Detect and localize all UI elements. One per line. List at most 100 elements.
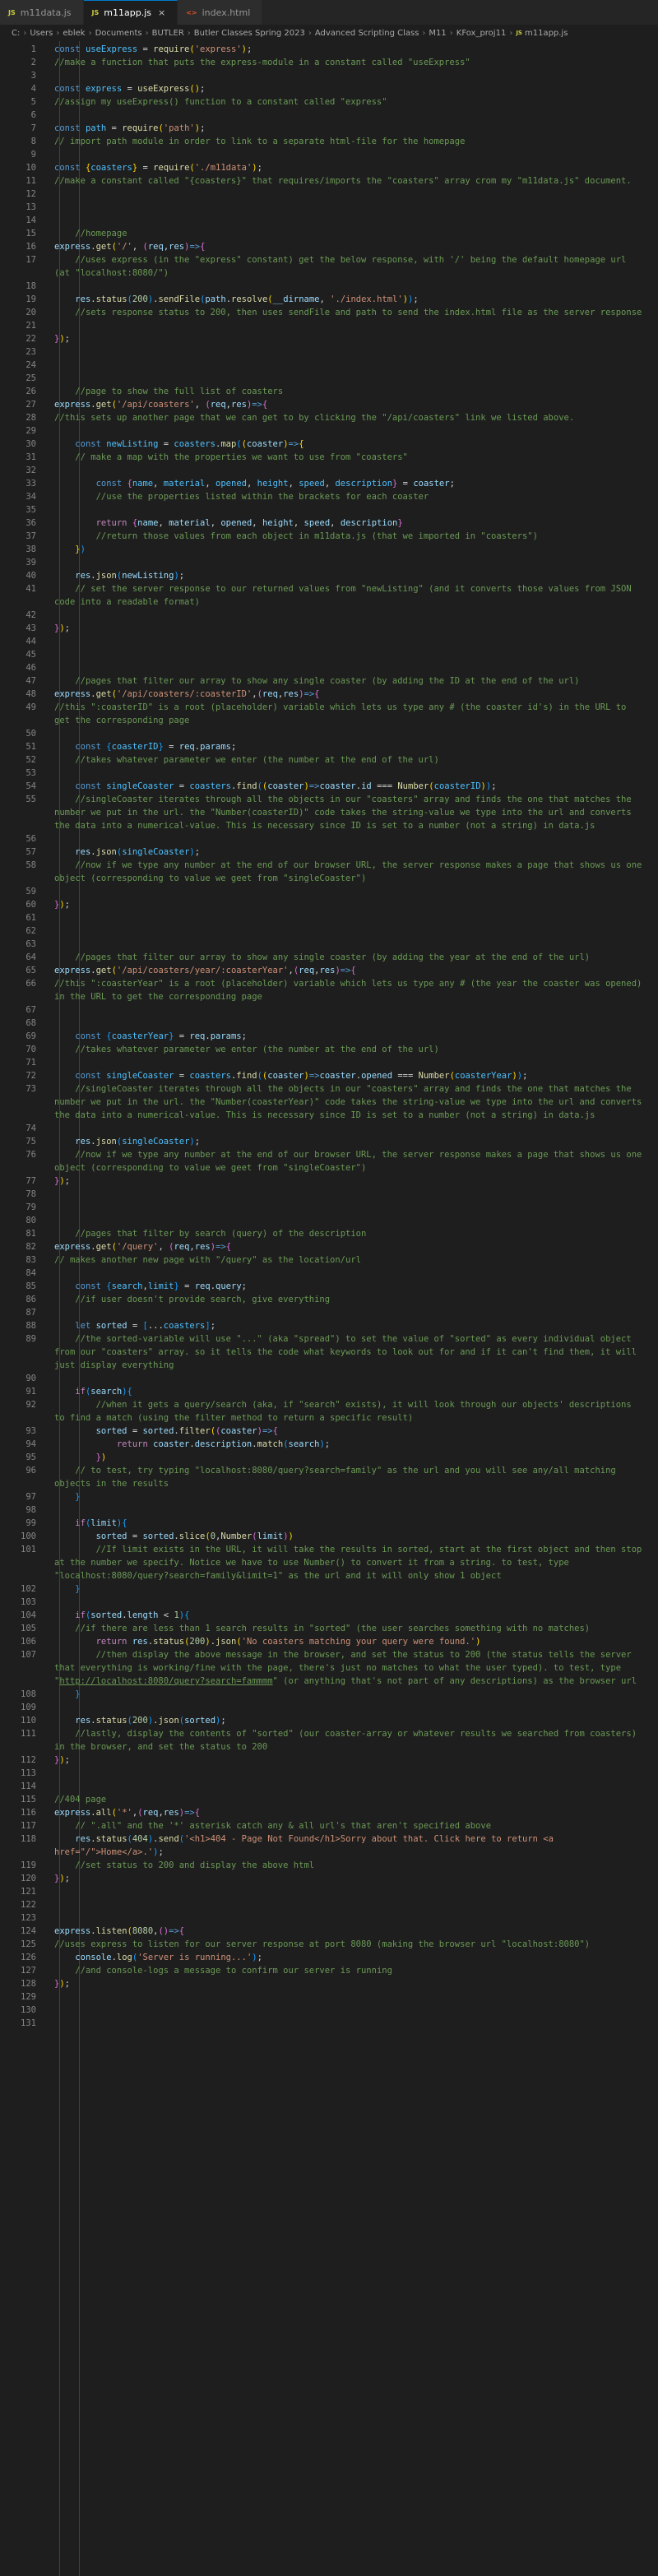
code-line[interactable]: //uses express (in the "express" constan…: [54, 253, 646, 280]
code-line[interactable]: //singleCoaster iterates through all the…: [54, 1082, 646, 1122]
code-line[interactable]: // import path module in order to link t…: [54, 135, 646, 148]
code-line[interactable]: ​: [54, 188, 646, 201]
code-line[interactable]: ​: [54, 609, 646, 622]
code-line[interactable]: //use the properties listed within the b…: [54, 490, 646, 503]
breadcrumb-item[interactable]: KFox_proj11: [456, 29, 507, 38]
breadcrumb-item[interactable]: BUTLER: [152, 29, 184, 38]
code-line[interactable]: ​: [54, 1503, 646, 1517]
code-line[interactable]: ​: [54, 1056, 646, 1069]
code-line[interactable]: // make a map with the properties we wan…: [54, 451, 646, 464]
code-line[interactable]: //set status to 200 and display the abov…: [54, 1859, 646, 1872]
code-line[interactable]: ​: [54, 1201, 646, 1214]
code-line[interactable]: const {coasterID} = req.params;: [54, 740, 646, 753]
code-line[interactable]: ​: [54, 345, 646, 359]
code-line[interactable]: // to test, try typing "localhost:8080/q…: [54, 1464, 646, 1490]
code-line[interactable]: const path = require('path');: [54, 122, 646, 135]
code-line[interactable]: //If limit exists in the URL, it will ta…: [54, 1543, 646, 1582]
code-line[interactable]: ​: [54, 2017, 646, 2030]
code-line[interactable]: sorted = sorted.slice(0,Number(limit)): [54, 1530, 646, 1543]
breadcrumb-item[interactable]: M11: [429, 29, 446, 38]
code-line[interactable]: ​: [54, 832, 646, 846]
code-line[interactable]: ​: [54, 1885, 646, 1898]
code-line[interactable]: ​: [54, 1306, 646, 1319]
code-line[interactable]: return res.status(200).json('No coasters…: [54, 1635, 646, 1648]
code-line[interactable]: //pages that filter our array to show an…: [54, 674, 646, 688]
code-line[interactable]: }: [54, 1582, 646, 1596]
code-line[interactable]: express.get('/', (req,res)=>{: [54, 240, 646, 253]
code-line[interactable]: });: [54, 1977, 646, 1990]
code-line[interactable]: ​: [54, 635, 646, 648]
code-line[interactable]: ​: [54, 661, 646, 674]
code-line[interactable]: console.log('Server is running...');: [54, 1951, 646, 1964]
breadcrumb-item[interactable]: C:: [12, 29, 20, 38]
code-line[interactable]: ​: [54, 319, 646, 332]
code-line[interactable]: const singleCoaster = coasters.find((coa…: [54, 1069, 646, 1082]
code-line[interactable]: ​: [54, 1122, 646, 1135]
breadcrumb-item[interactable]: Advanced Scripting Class: [315, 29, 419, 38]
code-line[interactable]: //if user doesn't provide search, give e…: [54, 1293, 646, 1306]
code-line[interactable]: ​: [54, 359, 646, 372]
code-line[interactable]: // makes another new page with "/query" …: [54, 1253, 646, 1267]
breadcrumb-item[interactable]: eblek: [63, 29, 85, 38]
code-line[interactable]: ​: [54, 767, 646, 780]
code-line[interactable]: //this ":coasterYear" is a root (placeho…: [54, 977, 646, 1003]
code-line[interactable]: return coaster.description.match(search)…: [54, 1438, 646, 1451]
code-line[interactable]: ​: [54, 938, 646, 951]
code-line[interactable]: //pages that filter by search (query) of…: [54, 1227, 646, 1240]
code-line[interactable]: res.json(singleCoaster);: [54, 846, 646, 859]
code-line[interactable]: ​: [54, 2004, 646, 2017]
code-line[interactable]: //this sets up another page that we can …: [54, 411, 646, 424]
code-line[interactable]: ​: [54, 1911, 646, 1925]
code-line[interactable]: const {search,limit} = req.query;: [54, 1280, 646, 1293]
code-line[interactable]: //then display the above message in the …: [54, 1648, 646, 1688]
code-line[interactable]: //homepage: [54, 227, 646, 240]
code-line[interactable]: });: [54, 1174, 646, 1188]
code-line[interactable]: express.get('/api/coasters/:coasterID',(…: [54, 688, 646, 701]
code-line[interactable]: ​: [54, 1780, 646, 1793]
code-line[interactable]: //lastly, display the contents of "sorte…: [54, 1727, 646, 1754]
code-line[interactable]: return {name, material, opened, height, …: [54, 517, 646, 530]
code-line[interactable]: });: [54, 1754, 646, 1767]
breadcrumb-item[interactable]: Documents: [95, 29, 142, 38]
code-line[interactable]: //this ":coasterID" is a root (placehold…: [54, 701, 646, 727]
code-line[interactable]: ​: [54, 1767, 646, 1780]
code-line[interactable]: ​: [54, 424, 646, 438]
code-line[interactable]: }): [54, 543, 646, 556]
code-line[interactable]: let sorted = [...coasters];: [54, 1319, 646, 1332]
code-line[interactable]: //takes whatever parameter we enter (the…: [54, 753, 646, 767]
code-line[interactable]: //page to show the full list of coasters: [54, 385, 646, 398]
code-line[interactable]: ​: [54, 1017, 646, 1030]
code-line[interactable]: //now if we type any number at the end o…: [54, 859, 646, 885]
code-line[interactable]: ​: [54, 556, 646, 569]
code-line[interactable]: res.status(404).send('<h1>404 - Page Not…: [54, 1832, 646, 1859]
code-line[interactable]: }: [54, 1490, 646, 1503]
code-line[interactable]: //now if we type any number at the end o…: [54, 1148, 646, 1174]
breadcrumb-item[interactable]: Users: [30, 29, 53, 38]
code-editor[interactable]: 1 const useExpress = require('express'); 2…: [0, 41, 658, 2576]
tab-m11data-js[interactable]: JS m11data.js: [0, 0, 84, 25]
code-line[interactable]: ​: [54, 214, 646, 227]
code-line[interactable]: // set the server response to our return…: [54, 582, 646, 609]
code-line[interactable]: const newListing = coasters.map((coaster…: [54, 438, 646, 451]
code-line[interactable]: const {coasterYear} = req.params;: [54, 1030, 646, 1043]
code-line[interactable]: //sets response status to 200, then uses…: [54, 306, 646, 319]
code-line[interactable]: res.json(newListing);: [54, 569, 646, 582]
code-line[interactable]: ​: [54, 1990, 646, 2004]
code-line[interactable]: //uses express to listen for our server …: [54, 1938, 646, 1951]
code-line[interactable]: ​: [54, 1372, 646, 1385]
close-icon[interactable]: ×: [158, 7, 165, 18]
code-line[interactable]: ​: [54, 201, 646, 214]
code-line[interactable]: ​: [54, 885, 646, 898]
code-line[interactable]: ​: [54, 503, 646, 517]
code-line[interactable]: ​: [54, 1214, 646, 1227]
code-line[interactable]: //make a constant called "{coasters}" th…: [54, 174, 646, 188]
code-line[interactable]: //the sorted-variable will use "..." (ak…: [54, 1332, 646, 1372]
code-line[interactable]: ​: [54, 727, 646, 740]
code-line[interactable]: res.status(200).sendFile(path.resolve(__…: [54, 293, 646, 306]
code-line[interactable]: ​: [54, 1701, 646, 1714]
code-line[interactable]: //if there are less than 1 search result…: [54, 1622, 646, 1635]
code-line[interactable]: // ".all" and the '*' asterisk catch any…: [54, 1819, 646, 1832]
code-line[interactable]: express.get('/api/coasters/year/:coaster…: [54, 964, 646, 977]
code-line[interactable]: express.listen(8080,()=>{: [54, 1925, 646, 1938]
code-line[interactable]: //assign my useExpress() function to a c…: [54, 95, 646, 109]
